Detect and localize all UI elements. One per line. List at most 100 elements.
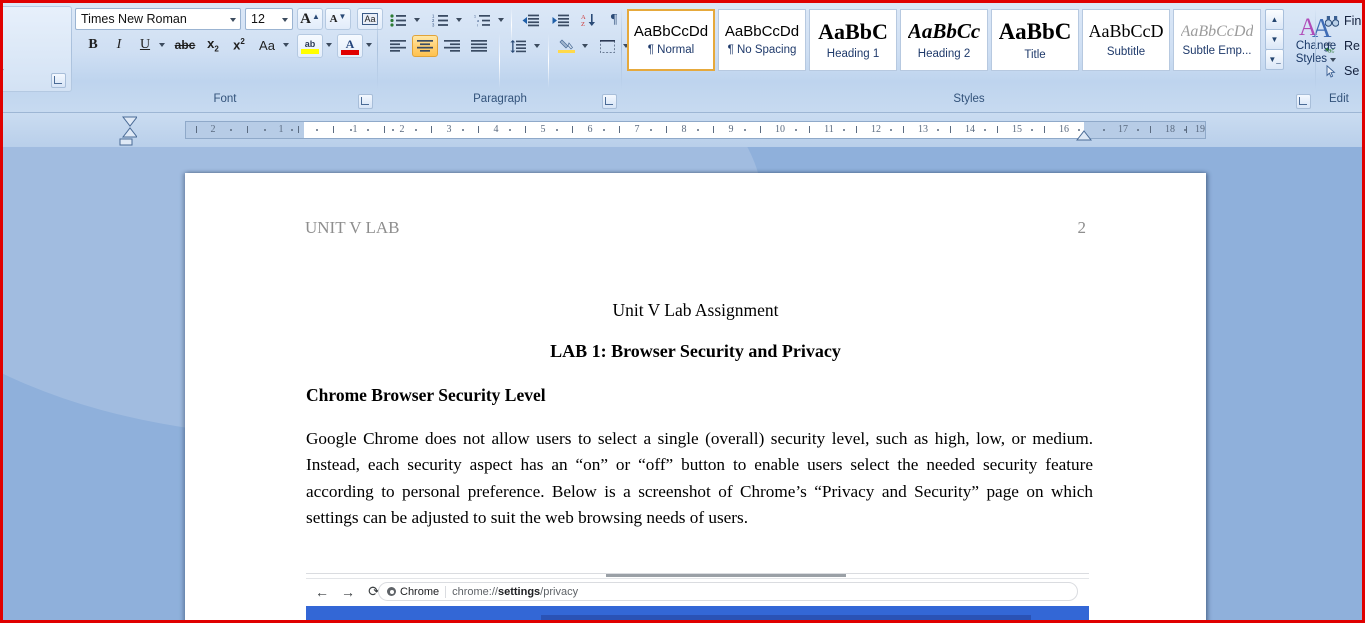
font-dialog-launcher[interactable] [358,94,373,109]
header-left-text: UNIT V LAB [305,218,400,237]
chevron-down-icon [326,43,332,47]
highlight-dropdown[interactable] [324,40,334,50]
styles-scroll-up-button[interactable]: ▲ [1265,9,1284,30]
font-color-button[interactable]: A [337,34,363,58]
clipboard-dialog-launcher[interactable] [51,73,66,88]
change-case-dropdown[interactable] [281,40,291,50]
decrease-indent-button[interactable] [517,9,543,31]
styles-more-button[interactable]: ▼_ [1265,49,1284,70]
style-name: Heading 2 [917,47,971,60]
style-item-heading-2[interactable]: AaBbCc Heading 2 [900,9,988,71]
style-item-no-spacing[interactable]: AaBbCcDd ¶ No Spacing [718,9,806,71]
document-page[interactable]: UNIT V LAB 2 Unit V Lab Assignment LAB 1… [185,173,1206,620]
replace-icon: ab ac [1325,42,1334,53]
embedded-chrome-screenshot: ← → ⟳ Chrome chrome://settings/privacy [306,573,1089,620]
show-formatting-marks-button[interactable]: ¶ [602,9,626,31]
forward-button[interactable]: → [338,582,358,602]
select-label: Se [1344,64,1360,78]
chevron-down-icon [534,44,540,48]
styles-group: AaBbCcDd ¶ Normal AaBbCcDd ¶ No Spacing … [625,6,1337,110]
sort-button[interactable]: A Z [577,9,601,31]
line-spacing-dropdown[interactable] [532,41,542,51]
numbering-button[interactable]: 1 2 3 [427,9,453,31]
chevron-down-icon [283,43,289,47]
find-button[interactable]: Fin [1325,10,1361,32]
browser-toolbar: ← → ⟳ Chrome chrome://settings/privacy [306,579,1089,604]
chevron-down-icon [582,44,588,48]
chevron-down-icon [366,43,372,47]
bullets-dropdown[interactable] [412,15,422,25]
style-name: Subtle Emp... [1182,44,1252,57]
address-bar[interactable]: Chrome chrome://settings/privacy [378,582,1078,601]
underline-dropdown[interactable] [157,40,167,50]
multilevel-list-dropdown[interactable] [496,15,506,25]
style-name: Subtitle [1106,45,1146,58]
left-indent-markers[interactable] [115,115,137,147]
bullets-button[interactable] [385,9,411,31]
line-spacing-button[interactable] [505,35,531,57]
superscript-button[interactable]: x2 [227,34,251,56]
style-item-title[interactable]: AaBbC Title [991,9,1079,71]
text-highlight-button[interactable]: ab [297,34,323,58]
increase-indent-button[interactable] [547,9,573,31]
body-paragraph: Google Chrome does not allow users to se… [306,429,1093,528]
settings-search-input[interactable]: Search settings [541,615,1031,620]
inner-separator [548,34,549,88]
grow-font-button[interactable]: A ▲ [297,8,323,30]
bold-icon: B [88,37,98,52]
chevron-down-icon [456,18,462,22]
clear-formatting-icon: Aa [362,13,378,25]
clear-formatting-button[interactable]: Aa [357,8,383,30]
subscript-icon: x2 [207,36,219,54]
pilcrow-icon: ¶ [610,12,618,27]
shading-dropdown[interactable] [580,41,590,51]
grow-font-icon: A [300,10,311,27]
document-canvas: UNIT V LAB 2 Unit V Lab Assignment LAB 1… [3,147,1362,620]
align-center-button[interactable] [412,35,438,57]
multilevel-list-button[interactable]: 1 a i [469,9,495,31]
binoculars-icon [1325,15,1339,27]
bold-button[interactable]: B [81,34,105,56]
chrome-icon [387,587,396,596]
shading-button[interactable] [553,35,579,57]
align-left-button[interactable] [385,35,411,57]
replace-button[interactable]: ab ac Re [1325,35,1360,57]
right-indent-marker[interactable] [1076,129,1094,145]
styles-scroll-down-button[interactable]: ▼ [1265,29,1284,50]
align-right-button[interactable] [439,35,465,57]
subscript-button[interactable]: x2 [201,34,225,56]
shrink-font-button[interactable]: A ▼ [325,8,351,30]
styles-dialog-launcher[interactable] [1296,94,1311,109]
svg-text:Z: Z [581,21,585,27]
align-right-icon [444,40,460,52]
style-item-subtle-emphasis[interactable]: AaBbCcDd Subtle Emp... [1173,9,1261,71]
italic-button[interactable]: I [107,34,131,56]
borders-icon [599,39,615,53]
group-separator [1315,8,1316,90]
strikethrough-button[interactable]: abc [171,34,199,56]
borders-button[interactable] [594,35,620,57]
back-button[interactable]: ← [312,582,332,602]
paragraph-dialog-launcher[interactable] [602,94,617,109]
style-item-normal[interactable]: AaBbCcDd ¶ Normal [627,9,715,71]
align-center-icon [417,40,433,52]
horizontal-ruler[interactable]: 2 1 1 2 3 4 5 6 7 8 9 10 11 12 13 14 15 … [185,121,1206,139]
style-item-subtitle[interactable]: AaBbCcD Subtitle [1082,9,1170,71]
style-sample: AaBbCcD [1088,22,1164,42]
select-button[interactable]: Se [1325,60,1359,82]
settings-header-bar: Settings Search settings [306,606,1089,620]
decrease-indent-icon [522,14,539,26]
style-sample: AaBbCcDd [1180,23,1254,41]
style-item-heading-1[interactable]: AaBbC Heading 1 [809,9,897,71]
group-separator [377,8,378,90]
font-color-dropdown[interactable] [364,40,374,50]
font-size-combobox[interactable]: 12 [245,8,293,30]
font-name-combobox[interactable]: Times New Roman [75,8,241,30]
clipboard-group: at Painter [3,6,72,110]
numbering-dropdown[interactable] [454,15,464,25]
change-case-button[interactable]: Aa [253,34,281,56]
document-title: Unit V Lab Assignment [612,300,779,320]
justify-button[interactable] [466,35,492,57]
underline-button[interactable]: U [133,34,157,56]
chevron-down-icon [498,18,504,22]
